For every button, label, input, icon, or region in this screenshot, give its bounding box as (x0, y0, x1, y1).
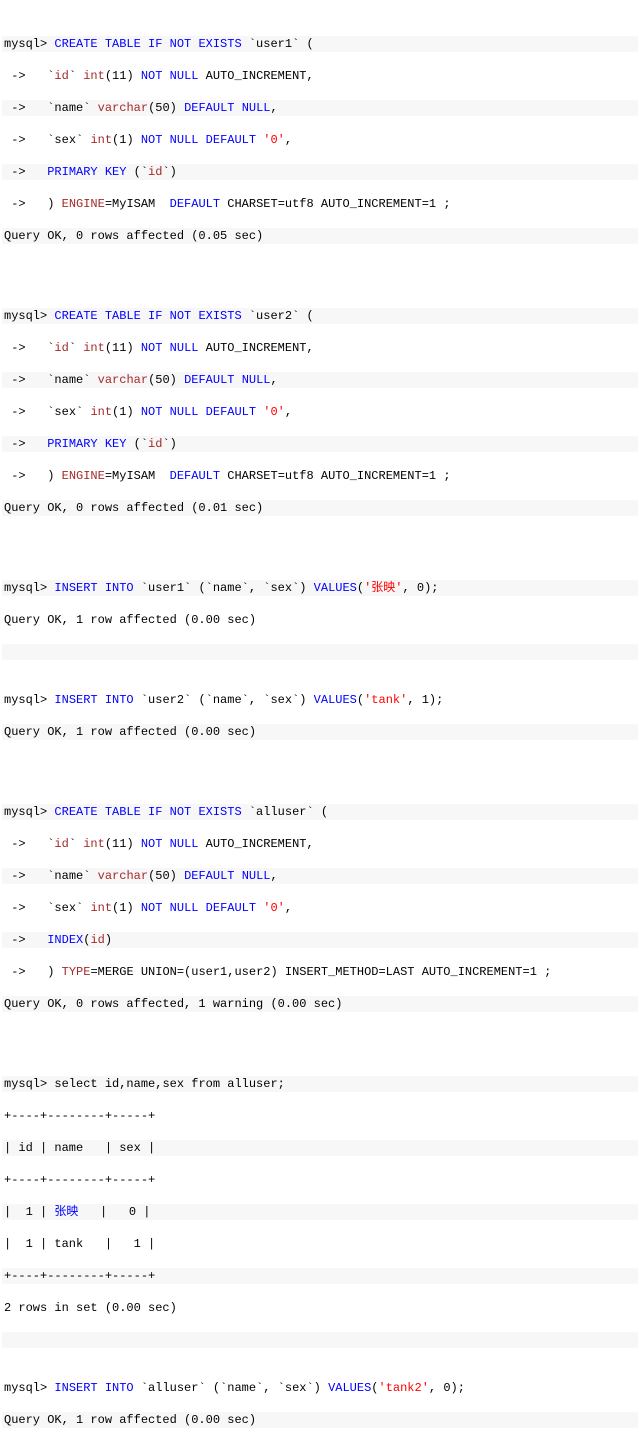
result-line: Query OK, 0 rows affected (0.05 sec) (2, 228, 638, 244)
table-sep: +----+--------+-----+ (2, 1268, 638, 1284)
result-line: 2 rows in set (0.00 sec) (2, 1300, 638, 1316)
table-row: | 1 | tank | 1 | (2, 1236, 638, 1252)
table-sep: +----+--------+-----+ (2, 1108, 638, 1124)
blank-line (2, 756, 638, 772)
blank-line (2, 532, 638, 548)
blank-line (2, 644, 638, 660)
line: mysql> INSERT INTO `user2` (`name`, `sex… (2, 692, 638, 708)
line: mysql> INSERT INTO `alluser` (`name`, `s… (2, 1380, 638, 1396)
result-line: Query OK, 1 row affected (0.00 sec) (2, 612, 638, 628)
line: -> `name` varchar(50) DEFAULT NULL, (2, 100, 638, 116)
table-row: | 1 | 张映 | 0 | (2, 1204, 638, 1220)
line: -> `sex` int(1) NOT NULL DEFAULT '0', (2, 900, 638, 916)
result-line: Query OK, 0 rows affected, 1 warning (0.… (2, 996, 638, 1012)
table-sep: +----+--------+-----+ (2, 1172, 638, 1188)
line: -> `name` varchar(50) DEFAULT NULL, (2, 868, 638, 884)
line: -> ) ENGINE=MyISAM DEFAULT CHARSET=utf8 … (2, 196, 638, 212)
blank-line (2, 1332, 638, 1348)
line: -> `name` varchar(50) DEFAULT NULL, (2, 372, 638, 388)
blank-line (2, 1028, 638, 1044)
line: -> PRIMARY KEY (`id`) (2, 164, 638, 180)
line: -> PRIMARY KEY (`id`) (2, 436, 638, 452)
blank-line (2, 260, 638, 276)
line: mysql> INSERT INTO `user1` (`name`, `sex… (2, 580, 638, 596)
line: -> `id` int(11) NOT NULL AUTO_INCREMENT, (2, 68, 638, 84)
line: mysql> CREATE TABLE IF NOT EXISTS `user1… (2, 36, 638, 52)
table-header: | id | name | sex | (2, 1140, 638, 1156)
line: -> `sex` int(1) NOT NULL DEFAULT '0', (2, 404, 638, 420)
line: -> `id` int(11) NOT NULL AUTO_INCREMENT, (2, 340, 638, 356)
mysql-terminal: mysql> CREATE TABLE IF NOT EXISTS `user1… (0, 0, 640, 1430)
line: -> INDEX(id) (2, 932, 638, 948)
line: mysql> CREATE TABLE IF NOT EXISTS `user2… (2, 308, 638, 324)
result-line: Query OK, 0 rows affected (0.01 sec) (2, 500, 638, 516)
line: -> ) ENGINE=MyISAM DEFAULT CHARSET=utf8 … (2, 468, 638, 484)
result-line: Query OK, 1 row affected (0.00 sec) (2, 1412, 638, 1428)
result-line: Query OK, 1 row affected (0.00 sec) (2, 724, 638, 740)
line: mysql> select id,name,sex from alluser; (2, 1076, 638, 1092)
line: -> `id` int(11) NOT NULL AUTO_INCREMENT, (2, 836, 638, 852)
line: -> ) TYPE=MERGE UNION=(user1,user2) INSE… (2, 964, 638, 980)
line: -> `sex` int(1) NOT NULL DEFAULT '0', (2, 132, 638, 148)
line: mysql> CREATE TABLE IF NOT EXISTS `allus… (2, 804, 638, 820)
